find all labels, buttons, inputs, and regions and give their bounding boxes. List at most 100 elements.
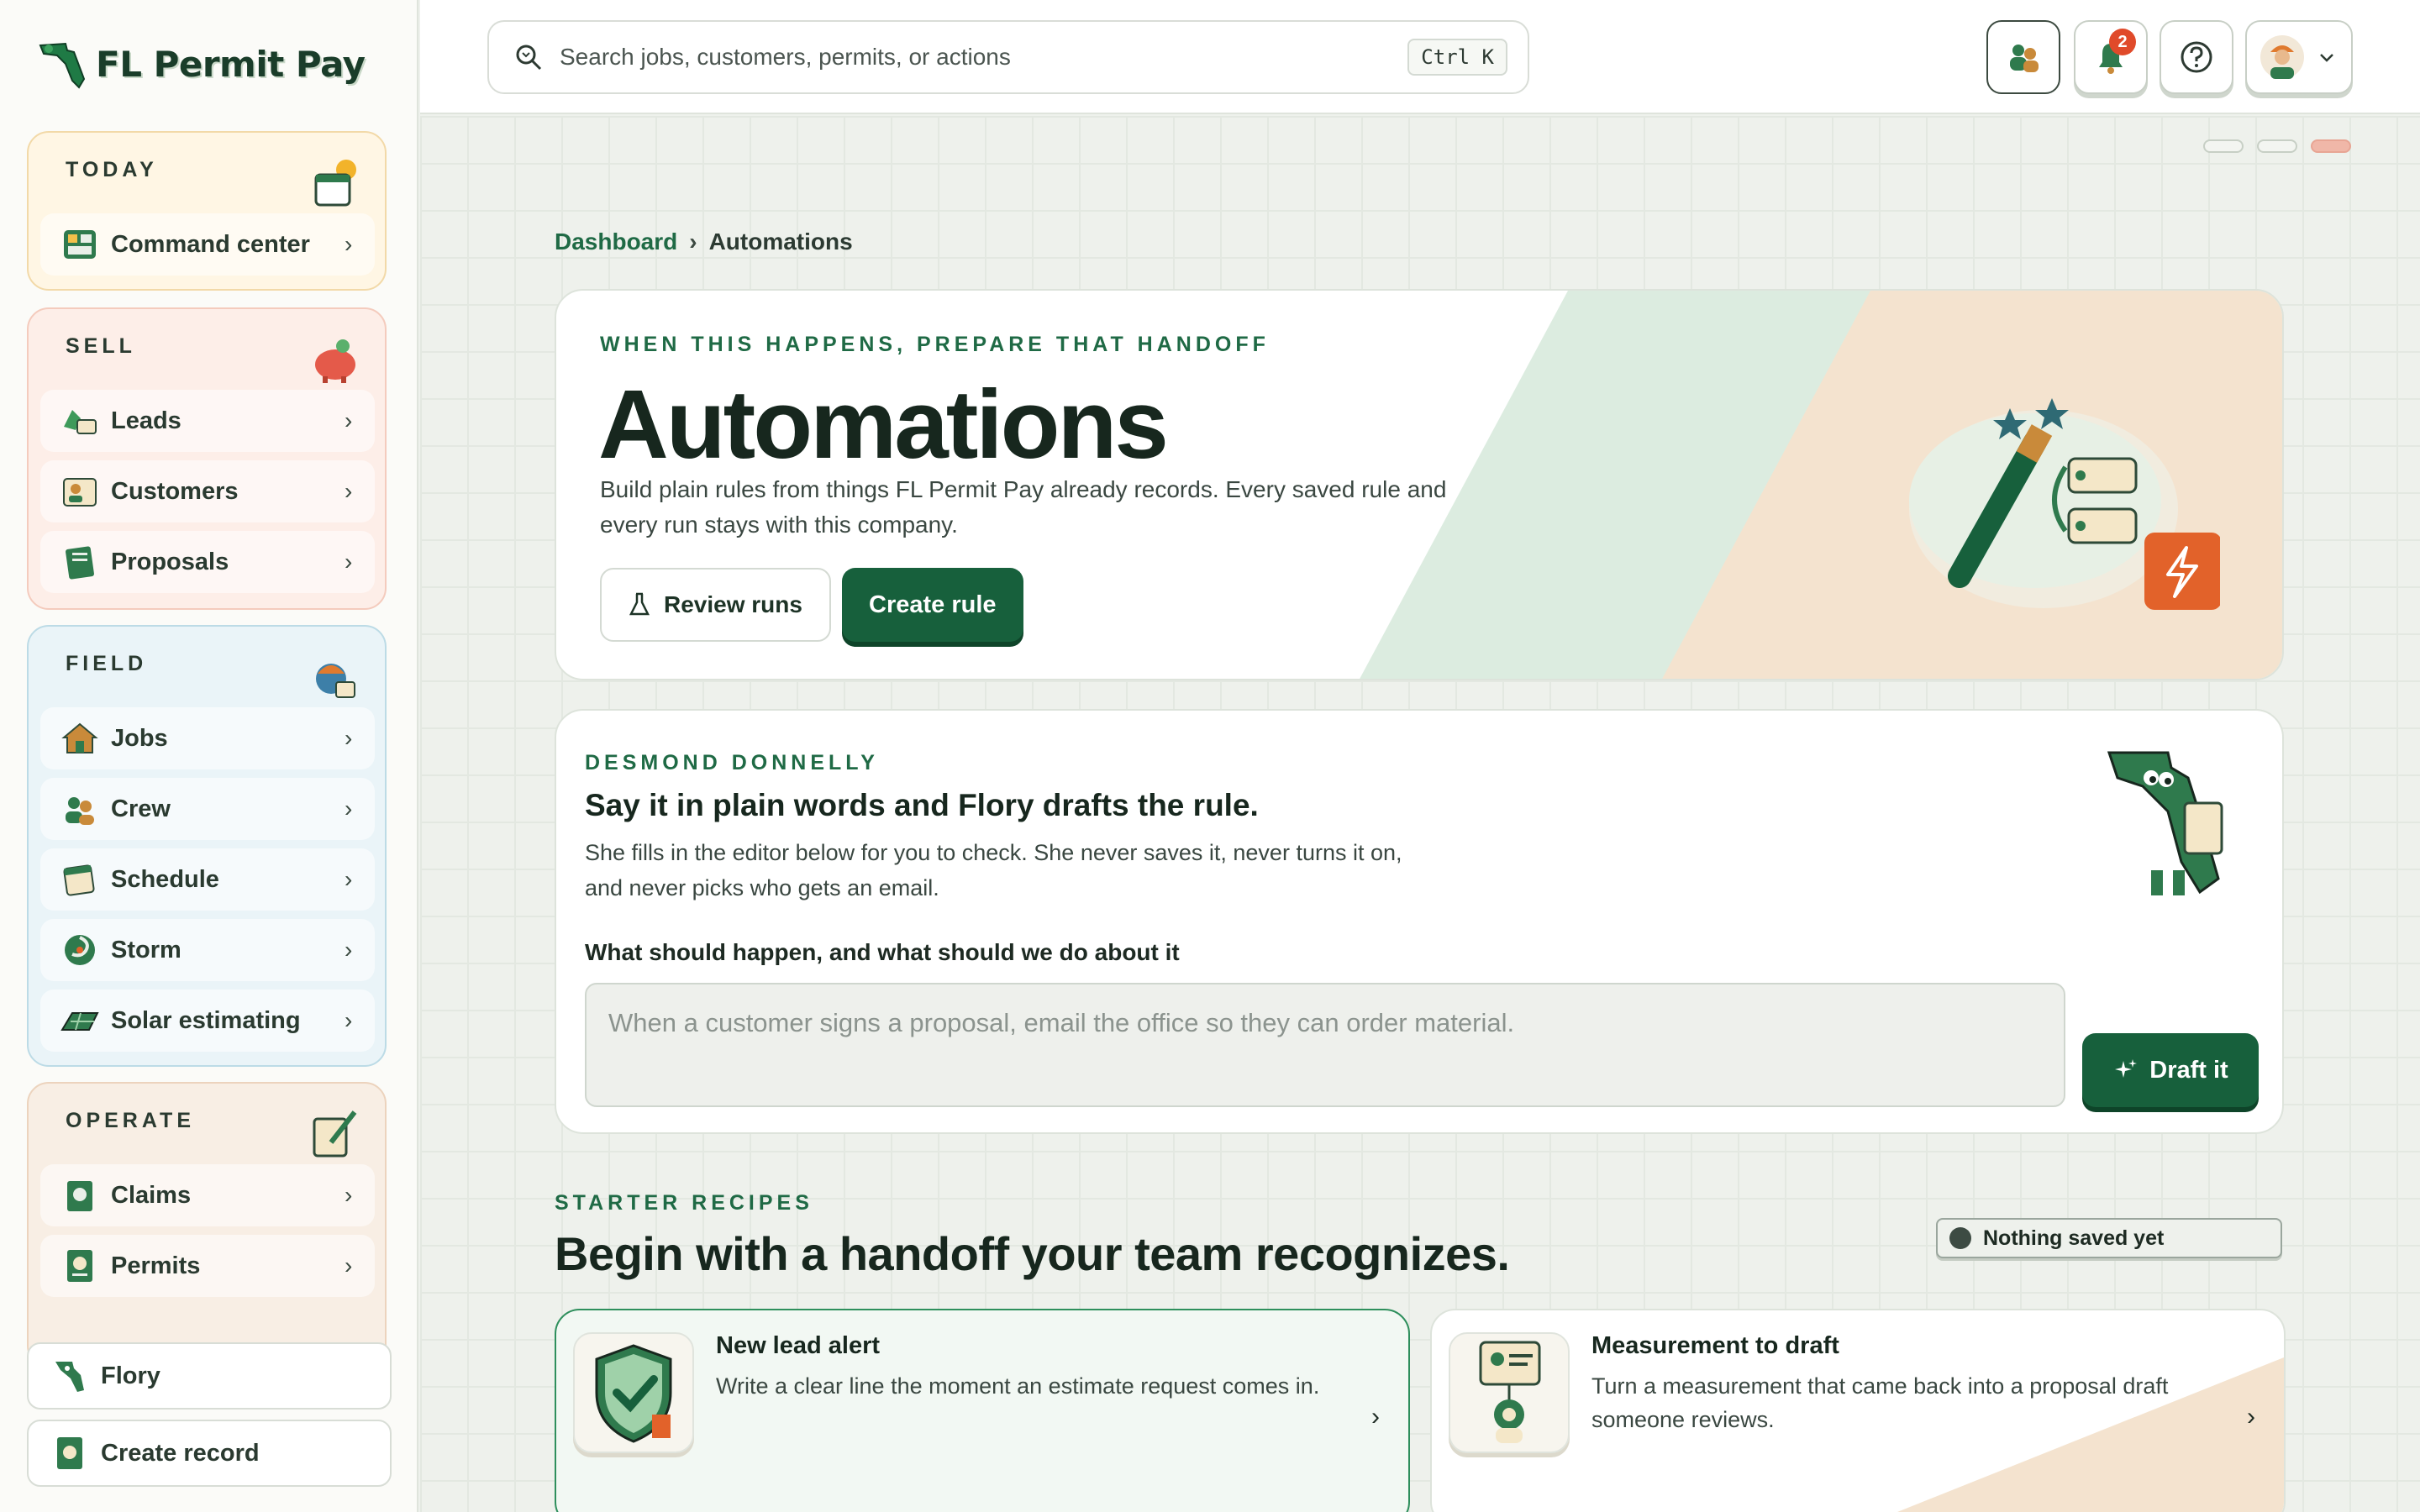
nav-group-today: TODAY Command center › [27,131,387,291]
chevron-right-icon: › [345,1007,353,1033]
breadcrumb-dashboard-link[interactable]: Dashboard [555,228,677,255]
sidebar-item-storm[interactable]: Storm › [40,919,375,981]
sidebar-item-proposals[interactable]: Proposals › [40,531,375,593]
nav-group-operate: OPERATE Claims › Permits › [27,1082,387,1368]
permit-icon [67,1250,92,1282]
proposals-icon [66,546,94,580]
page-title: Automations [598,370,1169,479]
app-name: FL Permit Pay [96,43,366,85]
shortcut-hint: Ctrl K [1407,39,1507,76]
recipe-card-new-lead-alert[interactable]: New lead alert Write a clear line the mo… [555,1309,1410,1512]
breadcrumb: Dashboard › Automations [555,228,853,255]
create-record-label: Create record [101,1439,260,1467]
search-input[interactable]: Search jobs, customers, permits, or acti… [560,44,1407,71]
sidebar-item-customers[interactable]: Customers › [40,460,375,522]
dashboard-icon [64,230,96,259]
recipe-description: Write a clear line the moment an estimat… [716,1373,1320,1399]
sidebar-item-crew[interactable]: Crew › [40,778,375,840]
sidebar: FL Permit Pay TODAY Command center › SEL… [0,0,418,1512]
status-dot-icon [1949,1227,1971,1249]
sidebar-item-label: Storm [111,936,182,963]
draft-it-label: Draft it [2149,1056,2228,1084]
window-control[interactable] [2257,139,2297,153]
flory-mascot-icon [55,1362,84,1392]
review-runs-label: Review runs [664,591,802,617]
team-icon [2010,45,2039,72]
magic-wand-rules-illustration [1909,398,2220,610]
review-runs-button[interactable]: Review runs [600,568,831,642]
chevron-right-icon: › [345,866,353,892]
nav-group-field: FIELD Jobs › Crew › Schedule › Storm › S… [27,625,387,1067]
recipe-title: Measurement to draft [1591,1332,1839,1359]
sidebar-item-label: Jobs [111,724,168,752]
recipes-title: Begin with a handoff your team recognize… [555,1227,1510,1280]
window-control[interactable] [2203,139,2244,153]
automations-hero: WHEN THIS HAPPENS, PREPARE THAT HANDOFF … [555,289,2284,680]
notifications-button[interactable]: 2 [2074,20,2148,94]
sidebar-item-claims[interactable]: Claims › [40,1164,375,1226]
sidebar-item-label: Customers [111,477,239,505]
account-menu-button[interactable] [2245,20,2353,94]
nav-group-sell: SELL Leads › Customers › Proposals › [27,307,387,610]
search-icon [516,45,542,71]
flory-card-title: Say it in plain words and Flory drafts t… [585,788,1259,822]
window-controls [2203,139,2351,153]
sun-calendar-icon [314,160,356,207]
flory-mascot-icon [2107,751,2223,895]
sidebar-item-schedule[interactable]: Schedule › [40,848,375,911]
recipe-description: Turn a measurement that came back into a… [1591,1373,2169,1432]
customers-icon [63,478,97,507]
sidebar-item-permits[interactable]: Permits › [40,1235,375,1297]
top-bar: Search jobs, customers, permits, or acti… [420,0,2420,114]
app-logo[interactable]: FL Permit Pay [37,37,366,91]
contact-card-person-icon [1479,1341,1541,1443]
sidebar-item-label: Crew [111,795,171,822]
chevron-right-icon: › [345,1252,353,1278]
recipes-eyebrow: STARTER RECIPES [555,1191,813,1215]
avatar [2260,35,2304,79]
chevron-down-icon [2320,54,2333,62]
team-button[interactable] [1986,20,2060,94]
sidebar-item-solar-estimating[interactable]: Solar estimating › [40,990,375,1052]
recipe-image [573,1332,694,1453]
group-title-operate: OPERATE [66,1109,195,1132]
hero-description: Build plain rules from things FL Permit … [600,476,1447,538]
status-text: Nothing saved yet [1983,1226,2165,1250]
chevron-right-icon: › [345,1182,353,1208]
shield-check-icon [595,1344,672,1443]
flory-card-description: She fills in the editor below for you to… [585,840,1402,900]
user-name-eyebrow: DESMOND DONNELLY [585,751,879,774]
sidebar-item-label: Proposals [111,548,229,575]
rule-prompt-textarea[interactable]: When a customer signs a proposal, email … [585,983,2065,1107]
sidebar-item-label: Command center [111,230,310,258]
worker-globe-icon [316,664,355,698]
leads-icon [64,410,97,434]
recipe-image [1449,1332,1570,1453]
sidebar-item-leads[interactable]: Leads › [40,390,375,452]
recipe-title: New lead alert [716,1332,881,1359]
breadcrumb-current: Automations [708,228,853,255]
search-bar[interactable]: Search jobs, customers, permits, or acti… [487,20,1529,94]
group-title-today: TODAY [66,158,158,181]
flory-label: Flory [101,1362,160,1389]
sidebar-item-label: Schedule [111,865,219,893]
calendar-icon [63,864,95,896]
create-record-button[interactable]: Create record [27,1420,392,1487]
hurricane-icon [65,935,95,965]
flask-icon [629,592,650,616]
recipe-card-measurement-to-draft[interactable]: Measurement to draft Turn a measurement … [1430,1309,2286,1512]
sidebar-item-label: Permits [111,1252,201,1279]
window-control[interactable] [2311,139,2351,153]
group-title-field: FIELD [66,652,148,675]
house-icon [61,722,98,753]
help-button[interactable] [2160,20,2233,94]
chevron-right-icon: › [345,937,353,963]
group-title-sell: SELL [66,334,136,358]
flory-button[interactable]: Flory [27,1342,392,1410]
sidebar-item-command-center[interactable]: Command center › [40,213,375,276]
create-rule-button[interactable]: Create rule [842,568,1023,642]
sidebar-item-jobs[interactable]: Jobs › [40,707,375,769]
draft-it-button[interactable]: Draft it [2082,1033,2259,1107]
chevron-right-icon: › [345,407,353,433]
chevron-right-icon: › [1371,1403,1380,1431]
